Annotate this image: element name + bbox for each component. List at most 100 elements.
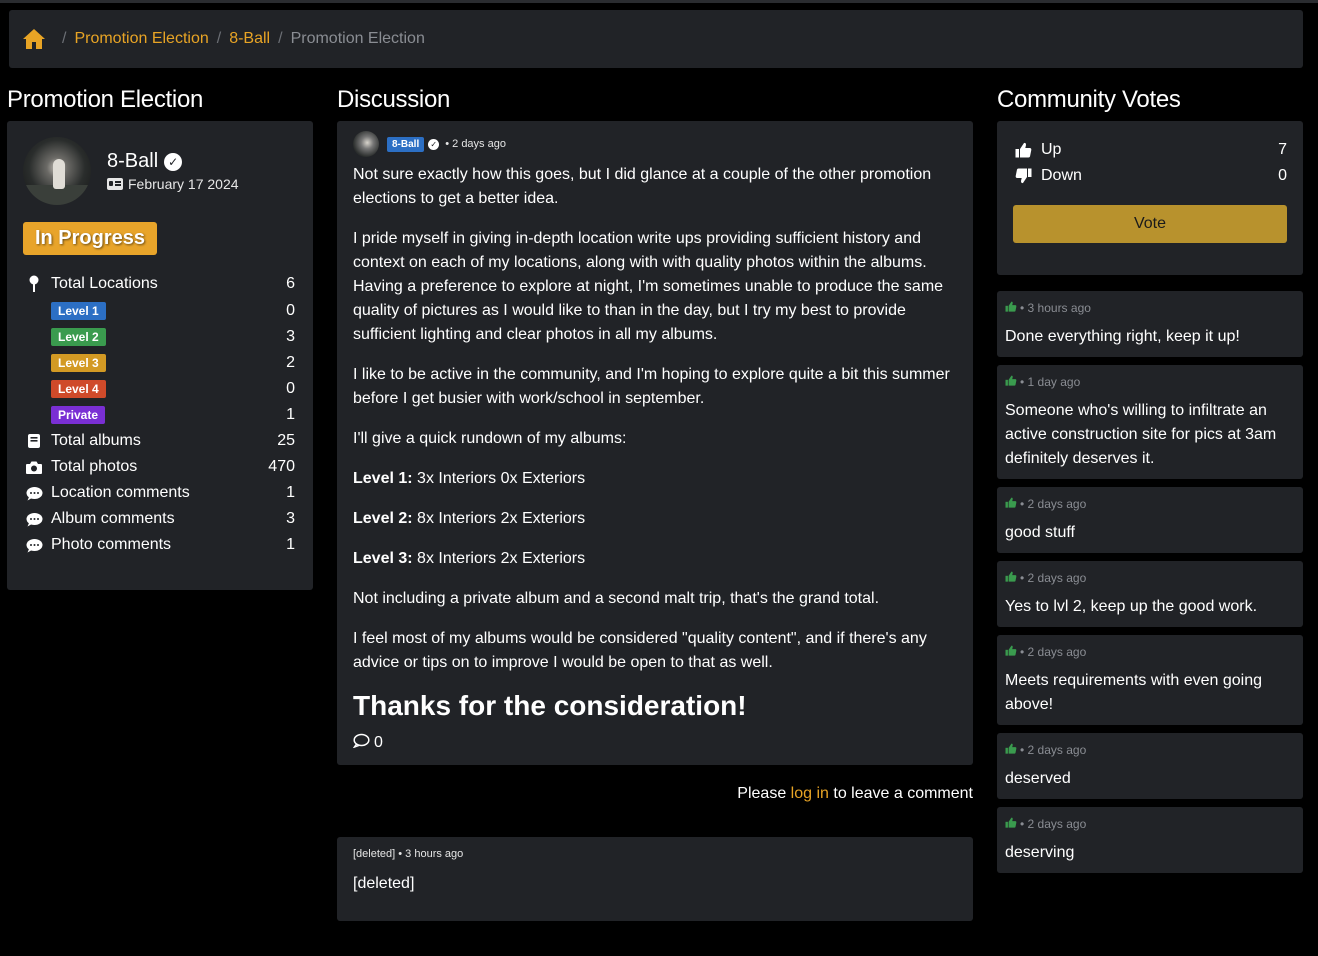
level-2-badge[interactable]: Level 2 (51, 328, 106, 346)
vote-card-meta: • 1 day ago (1005, 375, 1080, 389)
vote-card: • 2 days ago Meets requirements with eve… (997, 635, 1303, 725)
comment-count[interactable]: 0 (352, 733, 383, 753)
level-1-badge[interactable]: Level 1 (51, 302, 106, 320)
private-badge[interactable]: Private (51, 406, 106, 424)
vote-down-row: Down 0 (1015, 167, 1287, 185)
user-name: 8-Ball ✓ (107, 150, 183, 173)
thumbs-up-icon (1005, 571, 1017, 585)
vote-down-label: Down (1041, 167, 1082, 184)
vote-card-text: Yes to lvl 2, keep up the good work. (1005, 598, 1258, 615)
breadcrumb-link-promotion-election[interactable]: Promotion Election (74, 30, 208, 48)
vote-card-meta: • 2 days ago (1005, 571, 1086, 585)
stat-value: 2 (286, 354, 295, 371)
thumbs-down-icon (1015, 168, 1033, 184)
thumbs-up-icon (1005, 743, 1017, 757)
stat-total-albums: Total albums 25 (25, 429, 295, 453)
post-paragraph: I feel most of my albums would be consid… (353, 630, 927, 671)
post-avatar[interactable] (353, 131, 379, 157)
verified-icon: ✓ (428, 138, 440, 150)
stat-total-locations: Total Locations 6 (25, 272, 295, 296)
stat-total-photos: Total photos 470 (25, 455, 295, 479)
stat-value: 0 (286, 380, 295, 397)
top-border (0, 0, 1318, 3)
breadcrumb-separator: / (62, 30, 67, 47)
comment-author: [deleted] (353, 848, 396, 860)
level-3-summary: Level 3: 8x Interiors 2x Exteriors (353, 547, 958, 571)
post-paragraph: I like to be active in the community, an… (353, 366, 950, 407)
stat-album-comments: Album comments 3 (25, 507, 295, 531)
level-label: Level 2: (353, 510, 413, 527)
vote-card-time: • 1 day ago (1020, 375, 1081, 389)
verified-icon: ✓ (164, 152, 183, 171)
vote-button[interactable]: Vote (1013, 205, 1287, 243)
vote-card-meta: • 3 hours ago (1005, 301, 1091, 315)
level-label: Level 3: (353, 550, 413, 567)
stat-value: 1 (286, 536, 295, 553)
vote-up-count: 7 (1278, 141, 1287, 158)
join-date: February 17 2024 (107, 176, 239, 192)
breadcrumb-separator: / (216, 30, 222, 47)
vote-card-meta: • 2 days ago (1005, 645, 1086, 659)
comment-icon (352, 733, 370, 753)
stat-label: Total albums (51, 432, 141, 449)
stat-value: 0 (286, 302, 295, 319)
vote-card: • 2 days ago deserving (997, 807, 1303, 873)
breadcrumb-link-user[interactable]: 8-Ball (229, 30, 270, 48)
stat-value: 3 (286, 328, 295, 345)
level-3-badge[interactable]: Level 3 (51, 354, 106, 372)
vote-card-time: • 2 days ago (1020, 645, 1087, 659)
breadcrumb-separator: / (278, 30, 283, 47)
stat-value: 6 (286, 275, 295, 292)
comment-count-value: 0 (374, 734, 383, 751)
chat-bubble-icon (25, 536, 43, 554)
post-paragraph: Not sure exactly how this goes, but I di… (353, 166, 932, 207)
stat-photo-comments: Photo comments 1 (25, 533, 295, 557)
level-label: Level 1: (353, 470, 413, 487)
discussion-post: 8-Ball ✓ • 2 days ago Not sure exactly h… (337, 121, 973, 765)
post-heading: Thanks for the consideration! (353, 690, 747, 721)
login-link[interactable]: log in (791, 785, 829, 802)
stat-label: Location comments (51, 484, 190, 501)
post-time: • 2 days ago (445, 138, 506, 150)
thumbs-up-icon (1005, 301, 1017, 315)
avatar[interactable] (23, 137, 91, 205)
user-name-text[interactable]: 8-Ball (107, 150, 158, 173)
thumbs-up-icon (1005, 375, 1017, 389)
post-body: Not sure exactly how this goes, but I di… (353, 163, 958, 723)
vote-card-text: deserved (1005, 770, 1071, 787)
login-prompt-after: to leave a comment (828, 785, 973, 802)
stat-value: 3 (286, 510, 295, 527)
vote-card-meta: • 2 days ago (1005, 817, 1086, 831)
thumbs-up-icon (1005, 817, 1017, 831)
post-meta: 8-Ball ✓ • 2 days ago (353, 131, 506, 157)
vote-card-time: • 2 days ago (1020, 743, 1087, 757)
chat-bubble-icon (25, 484, 43, 502)
author-badge[interactable]: 8-Ball (387, 136, 425, 152)
vote-card: • 2 days ago deserved (997, 733, 1303, 799)
level-text: 8x Interiors 2x Exteriors (412, 510, 586, 527)
thumbs-up-icon (1015, 142, 1033, 158)
stat-private: Private 1 (25, 403, 295, 427)
stat-value: 1 (286, 406, 295, 423)
level-1-summary: Level 1: 3x Interiors 0x Exteriors (353, 467, 958, 491)
home-icon[interactable] (22, 28, 46, 50)
id-card-icon (107, 178, 123, 190)
breadcrumb-current: Promotion Election (290, 30, 425, 47)
vote-card-text: Someone who's willing to infiltrate an a… (1005, 402, 1277, 467)
vote-card-time: • 2 days ago (1020, 817, 1087, 831)
post-paragraph: Not including a private album and a seco… (353, 590, 880, 607)
thumbs-up-icon (1005, 645, 1017, 659)
level-4-badge[interactable]: Level 4 (51, 380, 106, 398)
stat-label: Album comments (51, 510, 175, 527)
stat-level-2: Level 2 3 (25, 325, 295, 349)
vote-card-time: • 2 days ago (1020, 571, 1087, 585)
stat-label: Total photos (51, 458, 138, 475)
stat-value: 470 (268, 458, 295, 475)
vote-card: • 1 day ago Someone who's willing to inf… (997, 365, 1303, 479)
votes-panel: Up 7 Down 0 Vote (997, 121, 1303, 275)
stat-location-comments: Location comments 1 (25, 481, 295, 505)
breadcrumb: / Promotion Election / 8-Ball / Promotio… (9, 10, 1303, 68)
stat-label: Photo comments (51, 536, 172, 553)
vote-up-label: Up (1041, 141, 1062, 158)
vote-card-text: Meets requirements with even going above… (1005, 672, 1263, 713)
